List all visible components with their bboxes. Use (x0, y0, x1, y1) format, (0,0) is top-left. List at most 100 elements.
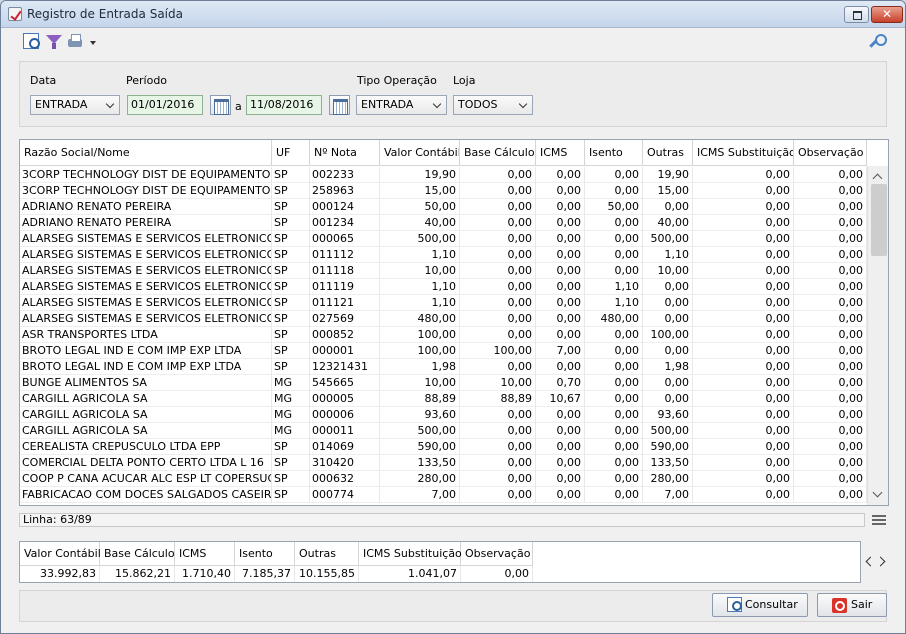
calendar-to-icon[interactable] (329, 95, 350, 115)
column-header[interactable]: Razão Social/Nome (20, 140, 272, 166)
menu-icon[interactable] (872, 515, 886, 525)
exit-icon (832, 598, 847, 613)
table-cell: 19,90 (643, 167, 693, 183)
table-row[interactable]: BROTO LEGAL IND E COM IMP EXP LTDA SP 1232… (20, 359, 867, 375)
table-cell: ASR TRANSPORTES LTDA (20, 327, 272, 343)
column-header[interactable]: Outras (643, 140, 693, 166)
data-select[interactable]: ENTRADA (30, 95, 120, 115)
table-cell: 0,00 (536, 359, 585, 375)
table-row[interactable]: COMERCIAL DELTA PONTO CERTO LTDA L 16 SP 3… (20, 455, 867, 471)
print-icon[interactable] (67, 33, 85, 51)
table-cell: 0,00 (585, 327, 643, 343)
table-row[interactable]: ADRIANO RENATO PEREIRA SP 001234 40,00 0,00 0… (20, 215, 867, 231)
scroll-up-icon[interactable] (872, 173, 883, 184)
date-separator: a (235, 100, 242, 113)
table-cell: 0,00 (693, 471, 794, 487)
date-from-field[interactable]: 01/01/2016 (127, 95, 203, 115)
vertical-scrollbar[interactable] (867, 166, 888, 505)
periodo-label: Período (126, 74, 168, 87)
chevron-right-icon[interactable] (875, 556, 886, 567)
table-cell: 0,00 (794, 359, 867, 375)
table-cell: 001234 (310, 215, 380, 231)
table-row[interactable]: BROTO LEGAL IND E COM IMP EXP LTDA SP 0000… (20, 343, 867, 359)
table-cell: 0,00 (693, 439, 794, 455)
table-cell: 0,00 (693, 231, 794, 247)
table-cell: 0,00 (536, 167, 585, 183)
tipo-operacao-select[interactable]: ENTRADA (356, 95, 447, 115)
totals-value: 33.992,83 (20, 566, 100, 582)
table-cell: 0,00 (460, 295, 536, 311)
table-row[interactable]: ALARSEG SISTEMAS E SERVICOS ELETRONICOS S… (20, 231, 867, 247)
table-row[interactable]: CARGILL AGRICOLA SA MG 000011 500,00 0,00 0,0… (20, 423, 867, 439)
print-dropdown-arrow-icon[interactable] (90, 41, 96, 45)
table-cell: MG (272, 407, 310, 423)
table-row[interactable]: ADRIANO RENATO PEREIRA SP 000124 50,00 0,00 0… (20, 199, 867, 215)
column-header[interactable]: ICMS (536, 140, 585, 166)
key-icon[interactable] (867, 33, 887, 51)
table-row[interactable]: CEREALISTA CREPUSCULO LTDA EPP SP 014069 59… (20, 439, 867, 455)
data-label: Data (30, 74, 57, 87)
column-header[interactable]: UF (272, 140, 310, 166)
close-button[interactable]: ✕ (871, 6, 903, 23)
table-row[interactable]: ALARSEG SISTEMAS E SERVICOS ELETRONICOS S… (20, 311, 867, 327)
table-row[interactable]: ALARSEG SISTEMAS E SERVICOS ELETRONICOS S… (20, 263, 867, 279)
table-cell: SP (272, 359, 310, 375)
table-cell: 0,00 (536, 407, 585, 423)
table-row[interactable]: COOP P CANA ACUCAR ALC ESP LT COPERSUC SP… (20, 471, 867, 487)
table-cell: SP (272, 279, 310, 295)
table-cell: 10,00 (380, 263, 460, 279)
sair-button[interactable]: Sair (817, 593, 887, 617)
totals-value: 15.862,21 (100, 566, 175, 582)
table-row[interactable]: 3CORP TECHNOLOGY DIST DE EQUIPAMENTOS SP 0… (20, 167, 867, 183)
table-cell: 0,00 (460, 359, 536, 375)
table-cell: BROTO LEGAL IND E COM IMP EXP LTDA (20, 343, 272, 359)
table-cell: 480,00 (585, 311, 643, 327)
table-row[interactable]: ALARSEG SISTEMAS E SERVICOS ELETRONICOS S… (20, 279, 867, 295)
table-row[interactable]: CARGILL AGRICOLA SA MG 000005 88,89 88,89 10,… (20, 391, 867, 407)
column-header[interactable]: Isento (585, 140, 643, 166)
table-row[interactable]: BUNGE ALIMENTOS SA MG 545665 10,00 10,00 0,70… (20, 375, 867, 391)
table-cell: 0,00 (693, 487, 794, 503)
table-cell: 0,00 (460, 183, 536, 199)
table-cell: 0,00 (693, 167, 794, 183)
table-cell: 0,00 (536, 487, 585, 503)
table-row[interactable]: ASR TRANSPORTES LTDA SP 000852 100,00 0,00 0,… (20, 327, 867, 343)
table-cell: 0,00 (536, 231, 585, 247)
date-to-field[interactable]: 11/08/2016 (246, 95, 322, 115)
table-cell: 0,00 (794, 327, 867, 343)
table-cell: 0,00 (693, 343, 794, 359)
filter-icon[interactable] (45, 33, 63, 51)
table-cell: SP (272, 215, 310, 231)
loja-select[interactable]: TODOS (453, 95, 533, 115)
preview-icon[interactable] (23, 33, 41, 51)
column-header[interactable]: Valor Contábil (380, 140, 460, 166)
table-cell: 0,00 (460, 279, 536, 295)
table-cell: SP (272, 295, 310, 311)
table-cell: 500,00 (643, 231, 693, 247)
table-row[interactable]: 3CORP TECHNOLOGY DIST DE EQUIPAMENTOS SP 2… (20, 183, 867, 199)
calendar-from-icon[interactable] (210, 95, 231, 115)
table-row[interactable]: CARGILL AGRICOLA SA MG 000006 93,60 0,00 0,00… (20, 407, 867, 423)
table-row[interactable]: ALARSEG SISTEMAS E SERVICOS ELETRONICOS S… (20, 247, 867, 263)
column-header[interactable]: ICMS Substituição (693, 140, 794, 166)
scroll-down-icon[interactable] (872, 487, 883, 498)
chevron-left-icon[interactable] (865, 556, 876, 567)
table-cell: 0,00 (536, 215, 585, 231)
column-header[interactable]: Nº Nota (310, 140, 380, 166)
table-cell: 0,00 (536, 439, 585, 455)
column-header[interactable]: Base Cálculo (460, 140, 536, 166)
table-cell: 011118 (310, 263, 380, 279)
records-table[interactable]: Razão Social/Nome UF Nº Nota Valor Contábil… (19, 139, 889, 506)
table-row[interactable]: FABRICACAO COM DOCES SALGADOS CASEIR M SP… (20, 487, 867, 503)
restore-button[interactable] (844, 6, 869, 23)
table-cell: 000065 (310, 231, 380, 247)
totals-header: ICMS Substituição (359, 542, 462, 566)
table-row[interactable]: ALARSEG SISTEMAS E SERVICOS ELETRONICOS S… (20, 295, 867, 311)
sair-label: Sair (851, 598, 873, 611)
table-cell: 15,00 (643, 183, 693, 199)
table-cell: ALARSEG SISTEMAS E SERVICOS ELETRONICOS (20, 311, 272, 327)
column-header[interactable]: Observação (794, 140, 867, 166)
table-cell: 3CORP TECHNOLOGY DIST DE EQUIPAMENTOS (20, 167, 272, 183)
consultar-button[interactable]: Consultar (712, 593, 808, 617)
scroll-thumb[interactable] (871, 184, 887, 256)
